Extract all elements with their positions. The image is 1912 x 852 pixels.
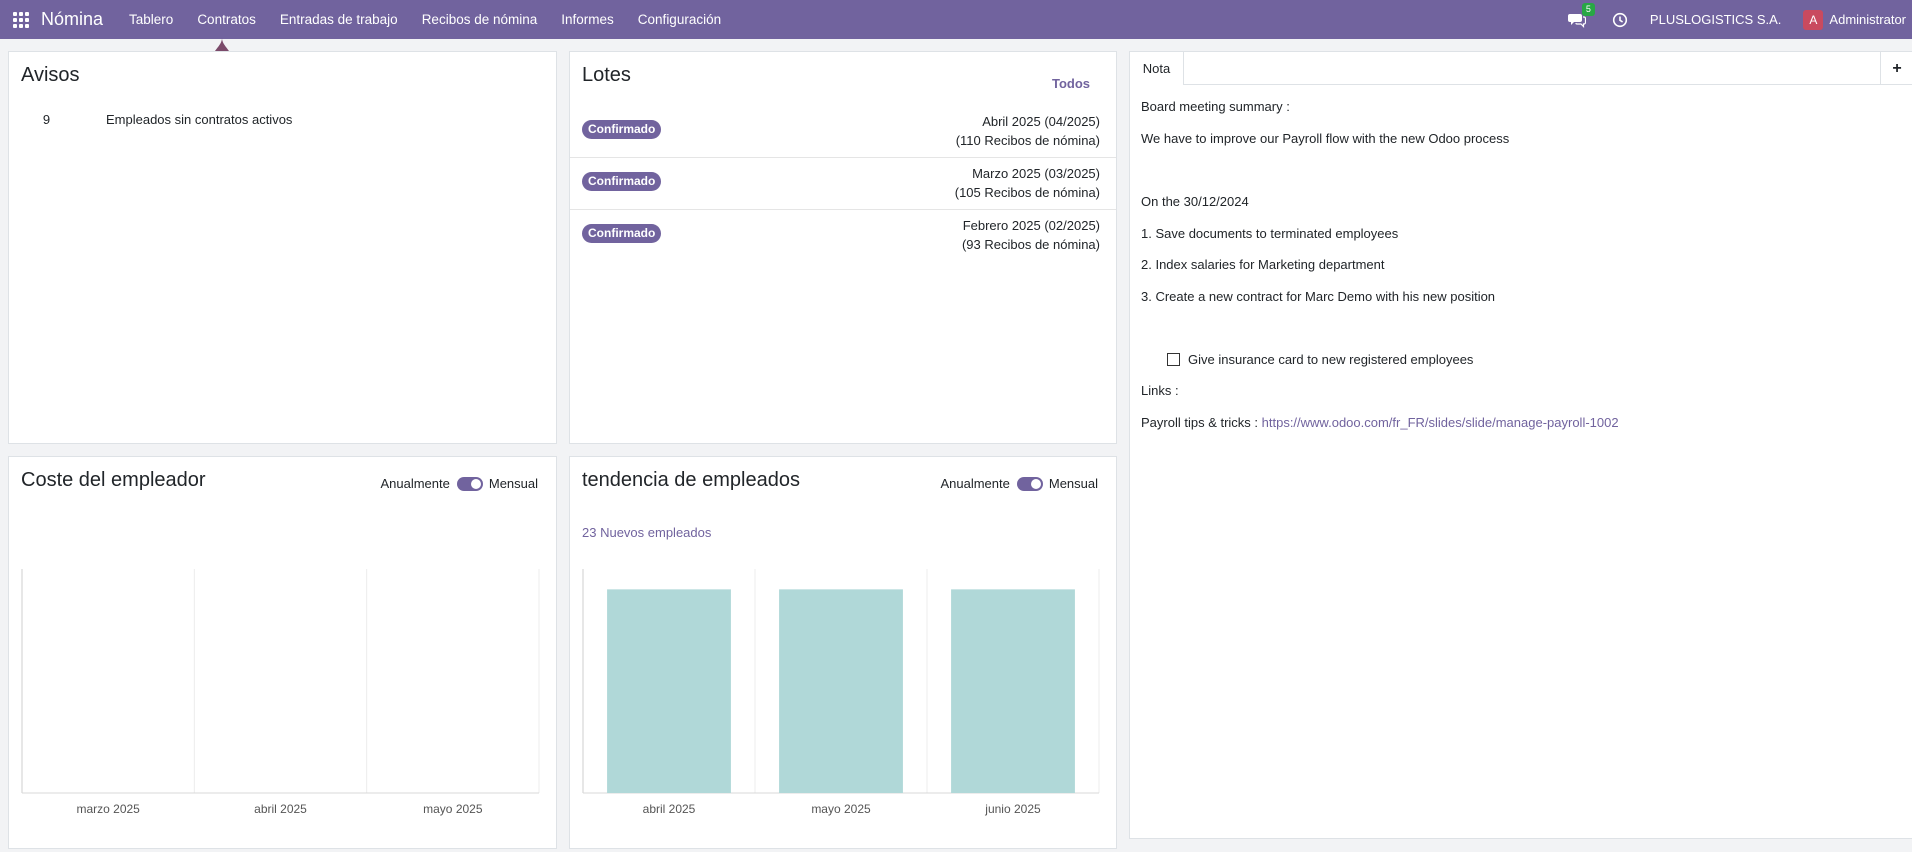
- lote-row[interactable]: Confirmado Febrero 2025 (02/2025) (93 Re…: [570, 210, 1116, 262]
- note-line: Links :: [1141, 383, 1179, 398]
- top-navbar: Nómina Tablero Contratos Entradas de tra…: [0, 0, 1912, 39]
- status-badge: Confirmado: [582, 120, 662, 139]
- app-title[interactable]: Nómina: [41, 9, 103, 30]
- menu-informes[interactable]: Informes: [549, 0, 626, 39]
- company-switcher[interactable]: PLUSLOGISTICS S.A.: [1650, 12, 1782, 27]
- coste-panel: Coste del empleador Anualmente Mensual m…: [8, 456, 557, 849]
- apps-menu-icon[interactable]: [13, 11, 29, 28]
- menu-configuracion[interactable]: Configuración: [626, 0, 733, 39]
- coste-title: Coste del empleador: [21, 469, 206, 491]
- menu-recibos-de-nomina[interactable]: Recibos de nómina: [410, 0, 550, 39]
- aviso-count: 9: [42, 112, 51, 127]
- toggle-left-label: Anualmente: [380, 476, 450, 491]
- bar: [951, 589, 1075, 793]
- aviso-label: Empleados sin contratos activos: [106, 112, 293, 127]
- lote-period: Febrero 2025 (02/2025): [962, 218, 1100, 233]
- bar: [779, 589, 903, 793]
- avisos-title: Avisos: [21, 64, 80, 86]
- lote-count: (105 Recibos de nómina): [954, 185, 1100, 200]
- user-menu[interactable]: Administrator: [1829, 12, 1906, 27]
- tendencia-title: tendencia de empleados: [582, 469, 800, 491]
- note-line: Payroll tips & tricks : https://www.odoo…: [1141, 415, 1619, 430]
- coste-chart: marzo 2025 abril 2025 mayo 2025: [21, 569, 540, 816]
- nota-tabbar: Nota +: [1130, 52, 1912, 85]
- status-badge: Confirmado: [582, 172, 662, 191]
- chat-icon[interactable]: 5: [1567, 2, 1595, 28]
- period-toggle[interactable]: Anualmente Mensual: [380, 476, 538, 491]
- toggle-right-label: Mensual: [1048, 476, 1098, 491]
- nota-panel: Nota + Board meeting summary : We have t…: [1129, 51, 1912, 839]
- lotes-panel: Lotes Todos Confirmado Abril 2025 (04/20…: [569, 51, 1117, 444]
- note-line: 2. Index salaries for Marketing departme…: [1141, 257, 1385, 272]
- lotes-title: Lotes: [582, 64, 631, 86]
- avisos-panel: Avisos 9 Empleados sin contratos activos: [8, 51, 557, 444]
- chat-count-badge: 5: [1581, 2, 1595, 16]
- toggle-left-label: Anualmente: [940, 476, 1010, 491]
- period-switch[interactable]: [456, 476, 483, 491]
- user-avatar[interactable]: A: [1803, 9, 1824, 30]
- lote-row[interactable]: Confirmado Marzo 2025 (03/2025) (105 Rec…: [570, 158, 1116, 210]
- x-tick-label: abril 2025: [254, 802, 307, 816]
- note-line: We have to improve our Payroll flow with…: [1141, 131, 1510, 146]
- x-tick-label: marzo 2025: [76, 802, 140, 816]
- lote-count: (93 Recibos de nómina): [961, 237, 1100, 252]
- tendencia-panel: tendencia de empleados Anualmente Mensua…: [569, 456, 1117, 849]
- tab-nota[interactable]: Nota: [1130, 52, 1184, 85]
- note-line: On the 30/12/2024: [1141, 194, 1249, 209]
- aviso-row[interactable]: 9 Empleados sin contratos activos: [19, 112, 293, 127]
- add-note-button[interactable]: +: [1880, 52, 1912, 85]
- lote-period: Marzo 2025 (03/2025): [972, 166, 1100, 181]
- new-employees-link[interactable]: 23 Nuevos empleados: [582, 525, 711, 540]
- menu-entradas-de-trabajo[interactable]: Entradas de trabajo: [268, 0, 410, 39]
- lote-row[interactable]: Confirmado Abril 2025 (04/2025) (110 Rec…: [570, 106, 1116, 158]
- status-badge: Confirmado: [582, 224, 662, 243]
- period-toggle[interactable]: Anualmente Mensual: [940, 476, 1098, 491]
- checklist-label: Give insurance card to new registered em…: [1188, 352, 1474, 367]
- activity-clock-icon[interactable]: [1612, 12, 1628, 28]
- note-line: 3. Create a new contract for Marc Demo w…: [1141, 289, 1496, 304]
- todos-link[interactable]: Todos: [1052, 76, 1090, 91]
- links-prefix: Payroll tips & tricks :: [1141, 415, 1262, 430]
- period-switch[interactable]: [1016, 476, 1043, 491]
- toggle-right-label: Mensual: [488, 476, 538, 491]
- payroll-tips-link[interactable]: https://www.odoo.com/fr_FR/slides/slide/…: [1262, 415, 1619, 430]
- note-checklist-item[interactable]: Give insurance card to new registered em…: [1167, 352, 1473, 367]
- x-tick-label: mayo 2025: [811, 802, 871, 816]
- tendencia-chart: abril 2025 mayo 2025 junio 2025: [582, 569, 1100, 816]
- lote-count: (110 Recibos de nómina): [955, 133, 1100, 148]
- note-line: 1. Save documents to terminated employee…: [1141, 226, 1399, 241]
- menu-tablero[interactable]: Tablero: [117, 0, 185, 39]
- note-line: Board meeting summary :: [1141, 99, 1290, 114]
- bar: [607, 589, 731, 793]
- menu-contratos[interactable]: Contratos: [185, 0, 268, 39]
- x-tick-label: junio 2025: [984, 802, 1041, 816]
- x-tick-label: abril 2025: [643, 802, 696, 816]
- lote-period: Abril 2025 (04/2025): [982, 114, 1100, 129]
- checklist-checkbox[interactable]: [1167, 353, 1180, 366]
- x-tick-label: mayo 2025: [423, 802, 483, 816]
